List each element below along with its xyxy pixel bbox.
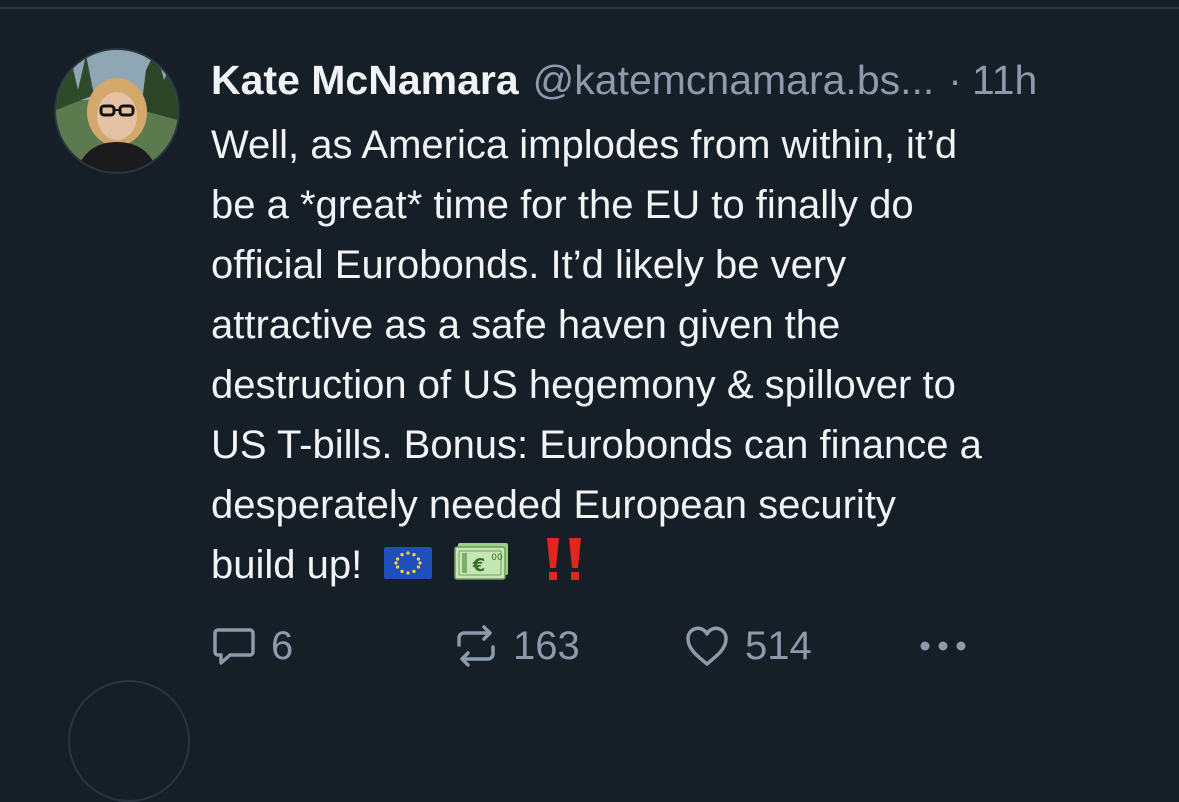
- display-name[interactable]: Kate McNamara: [211, 57, 519, 104]
- like-count: 514: [745, 623, 812, 668]
- repost-count: 163: [513, 623, 580, 668]
- heart-icon: [683, 623, 731, 669]
- avatar-photo: [56, 50, 178, 172]
- post-text-line: desperately needed European security: [211, 483, 896, 527]
- svg-text:€: €: [472, 555, 486, 576]
- svg-text:00: 00: [492, 553, 504, 563]
- post-header: Kate McNamara @katemcnamara.bs... · 11h: [211, 54, 1037, 106]
- reply-icon: [211, 623, 257, 669]
- post-actions: 6 163 514: [211, 618, 971, 674]
- repost-icon: [453, 623, 499, 669]
- post-text-line: destruction of US hegemony & spillover t…: [211, 363, 956, 407]
- reply-button[interactable]: 6: [211, 618, 293, 674]
- post-text-line: official Eurobonds. It’d likely be very: [211, 243, 847, 287]
- euro-banknote-icon: € 00: [454, 538, 510, 598]
- double-exclamation-icon: [542, 535, 588, 600]
- post-text-line: be a *great* time for the EU to finally …: [211, 183, 914, 227]
- like-button[interactable]: 514: [683, 618, 812, 674]
- post-text-line: Well, as America implodes from within, i…: [211, 123, 958, 167]
- post-text-line: build up!: [211, 543, 363, 588]
- avatar[interactable]: [56, 50, 178, 172]
- separator-dot: ·: [948, 56, 962, 103]
- post-text-last-line: build up! € 00: [211, 535, 1151, 595]
- post-text-line: US T-bills. Bonus: Eurobonds can finance…: [211, 423, 982, 467]
- reply-count: 6: [271, 623, 294, 668]
- eu-flag-icon: [383, 538, 433, 598]
- post-text: Well, as America implodes from within, i…: [211, 115, 1151, 595]
- next-post-avatar[interactable]: [68, 680, 190, 802]
- user-handle[interactable]: @katemcnamara.bs...: [533, 57, 935, 104]
- post-text-line: attractive as a safe haven given the: [211, 303, 841, 347]
- repost-button[interactable]: 163: [453, 618, 580, 674]
- more-horizontal-icon: [915, 636, 971, 656]
- post-card[interactable]: Kate McNamara @katemcnamara.bs... · 11h …: [0, 0, 1179, 699]
- more-options-button[interactable]: [915, 618, 971, 674]
- post-timestamp[interactable]: 11h: [972, 57, 1037, 104]
